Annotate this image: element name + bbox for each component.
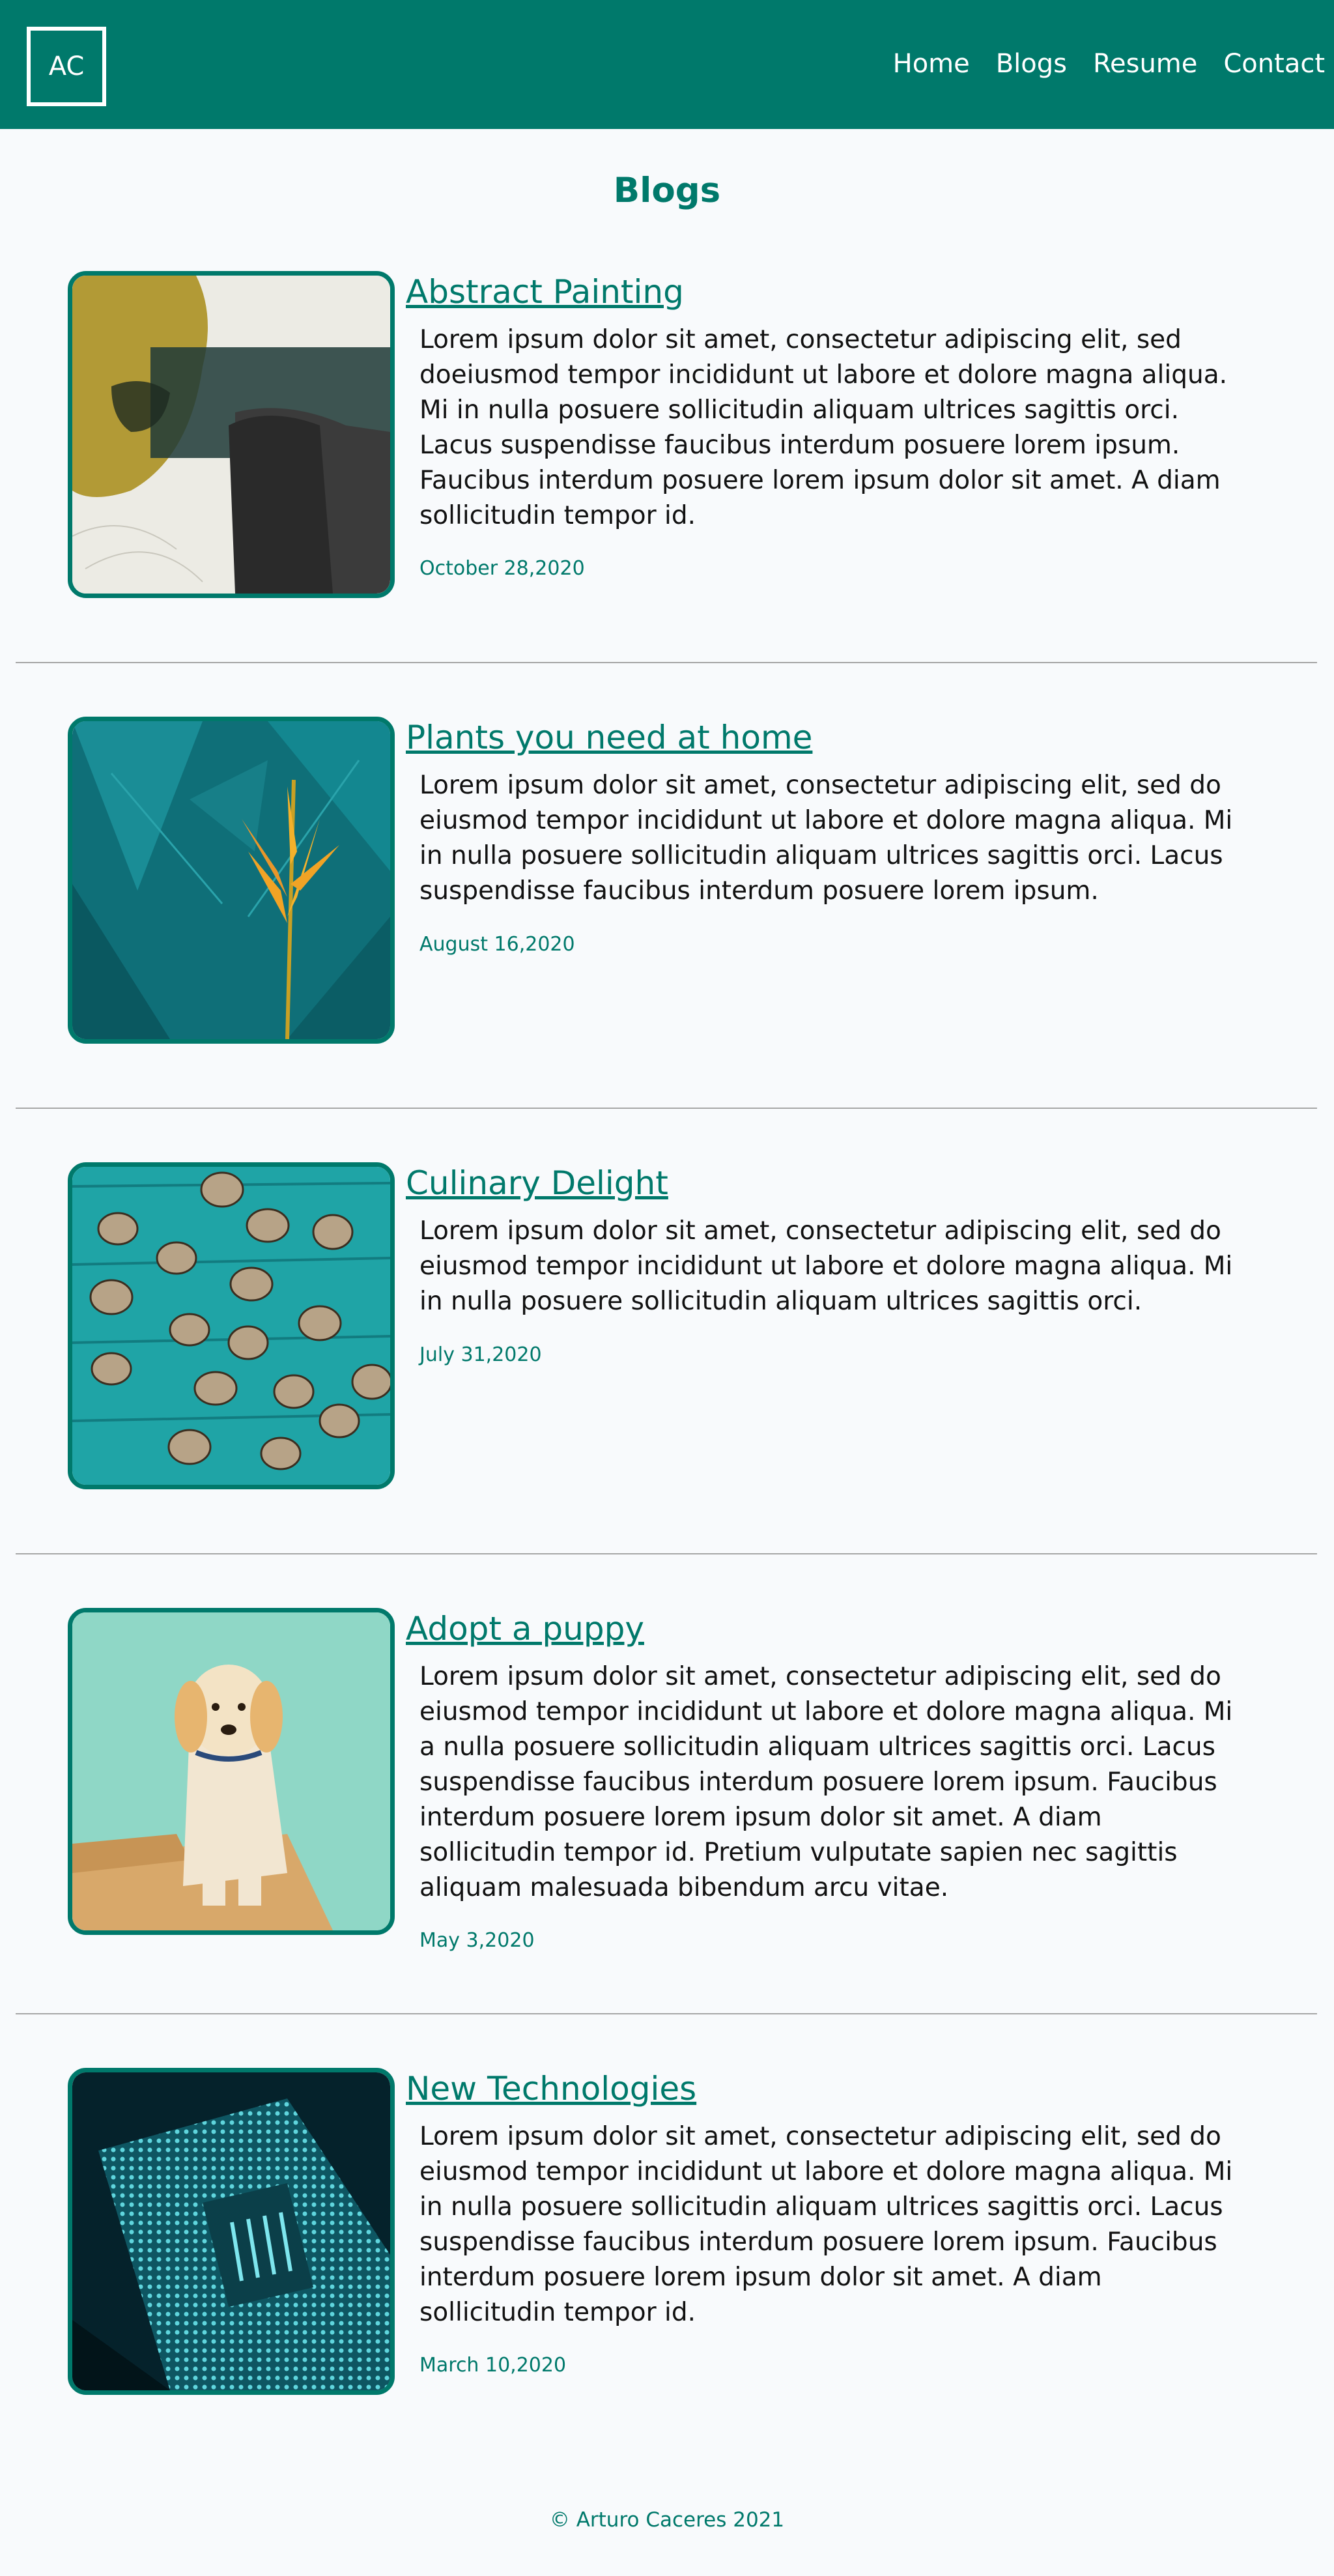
- post-date: March 10,2020: [419, 2354, 567, 2377]
- post-title-link[interactable]: Plants you need at home: [406, 717, 812, 758]
- abstract-painting-image[interactable]: [68, 271, 395, 598]
- site-logo[interactable]: AC: [27, 27, 106, 106]
- quail-eggs-image[interactable]: [68, 1162, 395, 1489]
- post-excerpt: Lorem ipsum dolor sit amet, consectetur …: [419, 2122, 1233, 2327]
- post-title-link[interactable]: New Technologies: [406, 2068, 696, 2110]
- post-divider: [16, 2013, 1317, 2014]
- post-date: May 3,2020: [419, 1929, 535, 1952]
- post-excerpt: Lorem ipsum dolor sit amet, consectetur …: [419, 1216, 1233, 1316]
- page-title: Blogs: [613, 171, 721, 210]
- post-divider: [16, 662, 1317, 663]
- nav-blogs-link[interactable]: Blogs: [996, 46, 1067, 82]
- nav-home-link[interactable]: Home: [893, 46, 970, 82]
- post-excerpt: Lorem ipsum dolor sit amet, consectetur …: [419, 1662, 1233, 1902]
- site-header: AC Home Blogs Resume Contact: [0, 0, 1334, 129]
- post-title-link[interactable]: Abstract Painting: [406, 271, 684, 313]
- puppy-image[interactable]: [68, 1608, 395, 1935]
- post-title-link[interactable]: Culinary Delight: [406, 1162, 668, 1204]
- post-divider: [16, 1108, 1317, 1109]
- post-excerpt: Lorem ipsum dolor sit amet, consectetur …: [419, 325, 1228, 530]
- main-nav: Home Blogs Resume Contact: [893, 46, 1325, 82]
- post-excerpt: Lorem ipsum dolor sit amet, consectetur …: [419, 771, 1233, 906]
- post-divider: [16, 1553, 1317, 1554]
- post-date: July 31,2020: [419, 1343, 542, 1366]
- tropical-plant-image[interactable]: [68, 717, 395, 1044]
- post-date: August 16,2020: [419, 933, 575, 956]
- post-title-link[interactable]: Adopt a puppy: [406, 1608, 644, 1650]
- post-date: October 28,2020: [419, 557, 585, 580]
- nav-contact-link[interactable]: Contact: [1223, 46, 1325, 82]
- site-footer: © Arturo Caceres 2021: [549, 2508, 785, 2532]
- cpu-chip-image[interactable]: [68, 2068, 395, 2395]
- nav-resume-link[interactable]: Resume: [1093, 46, 1197, 82]
